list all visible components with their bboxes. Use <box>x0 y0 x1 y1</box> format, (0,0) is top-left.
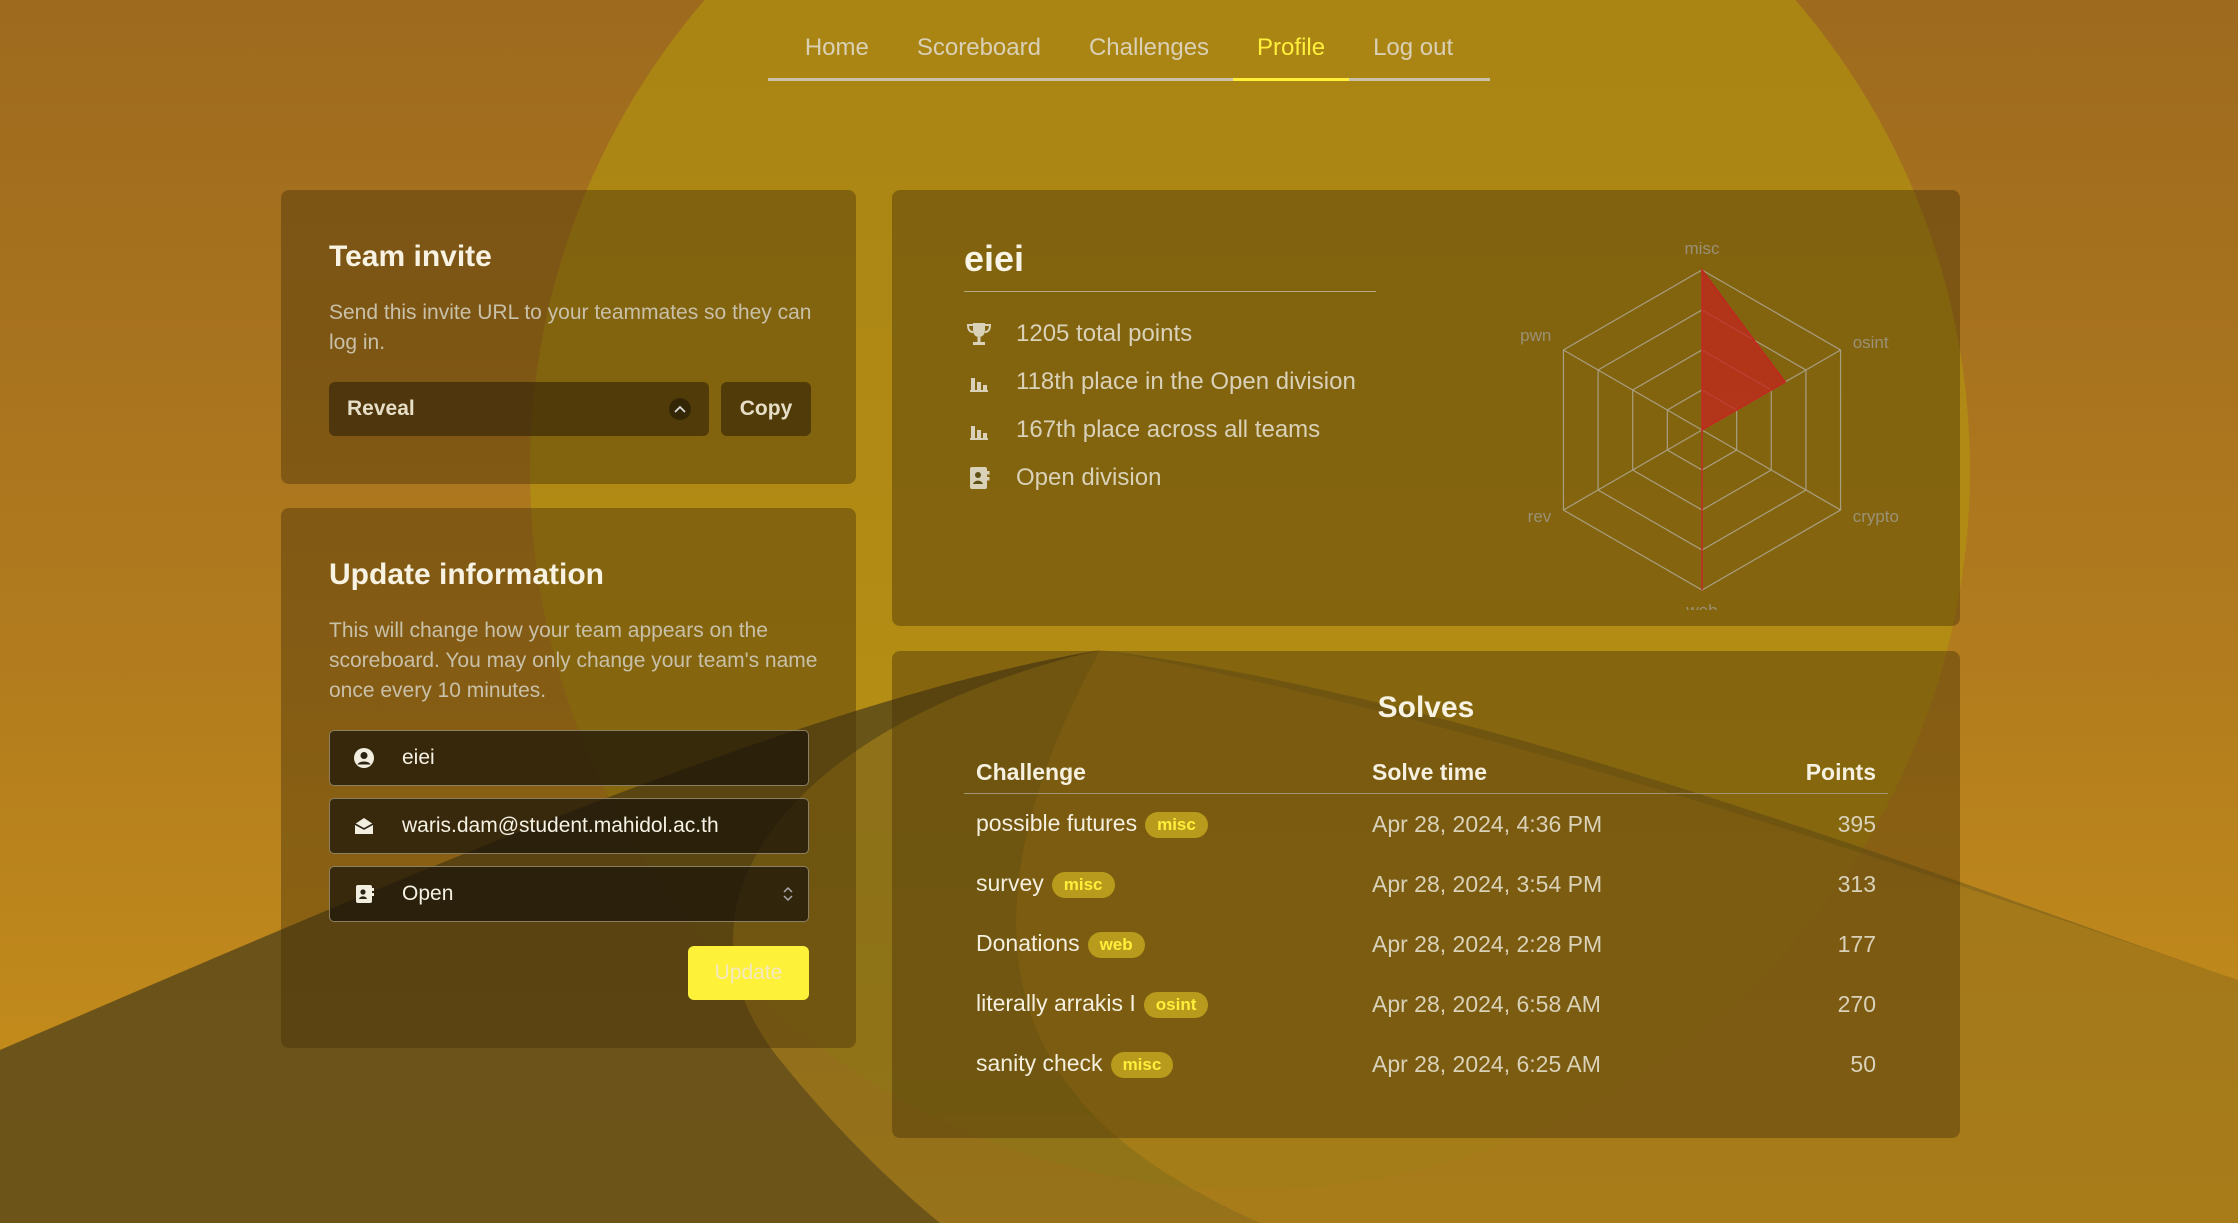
challenge-name: literally arrakis I <box>976 990 1136 1017</box>
reveal-toggle[interactable]: Reveal <box>329 382 709 436</box>
column-solve-time: Solve time <box>1360 751 1746 794</box>
table-row: sanity check misc Apr 28, 2024, 6:25 AM 5… <box>964 1034 1888 1094</box>
email-value: waris.dam@student.mahidol.ac.th <box>402 814 719 837</box>
challenge-name: Donations <box>976 930 1080 957</box>
chevron-up-icon <box>669 398 691 420</box>
category-badge: web <box>1087 931 1145 958</box>
challenge-name: survey <box>976 870 1044 897</box>
trophy-icon <box>964 321 994 347</box>
address-card-icon <box>964 465 994 491</box>
nav-profile[interactable]: Profile <box>1233 28 1350 81</box>
column-challenge: Challenge <box>964 751 1360 794</box>
table-row: literally arrakis I osint Apr 28, 2024, 6… <box>964 974 1888 1034</box>
reveal-label: Reveal <box>347 397 415 420</box>
stat-division-text: Open division <box>1016 464 1162 491</box>
points-cell: 313 <box>1837 870 1876 897</box>
envelope-open-icon <box>352 814 376 838</box>
email-field[interactable]: waris.dam@student.mahidol.ac.th <box>329 798 809 854</box>
nav-scoreboard[interactable]: Scoreboard <box>893 28 1065 78</box>
update-info-description: This will change how your team appears o… <box>329 619 818 702</box>
table-row: survey misc Apr 28, 2024, 3:54 PM 313 <box>964 854 1888 914</box>
update-info-title: Update information <box>329 558 604 591</box>
radar-label-misc: misc <box>1685 239 1720 258</box>
address-card-icon <box>352 882 376 906</box>
points-cell: 50 <box>1850 1050 1876 1077</box>
bar-chart-icon <box>964 371 994 393</box>
category-radar-chart: misc osint crypto web rev pwn <box>1520 239 1899 610</box>
nav-home[interactable]: Home <box>781 28 893 78</box>
challenge-name: possible futures <box>976 810 1138 837</box>
copy-button[interactable]: Copy <box>721 382 811 436</box>
solve-time-cell: Apr 28, 2024, 6:58 AM <box>1372 990 1601 1017</box>
radar-label-rev: rev <box>1528 507 1552 526</box>
stat-division-place: 118th place in the Open division <box>964 368 1356 396</box>
division-select[interactable]: Open <box>329 866 809 922</box>
radar-label-pwn: pwn <box>1520 326 1551 345</box>
stat-total-points-text: 1205 total points <box>1016 320 1193 347</box>
category-badge: osint <box>1143 991 1209 1018</box>
team-name-heading: eiei <box>964 238 1025 279</box>
solves-card: Solves Challenge Solve time Points possi… <box>892 651 1960 1138</box>
team-invite-card: Team invite Send this invite URL to your… <box>281 190 856 484</box>
solves-title: Solves <box>1377 691 1475 724</box>
table-row: possible futures misc Apr 28, 2024, 4:36 … <box>964 794 1888 855</box>
stat-overall-place: 167th place across all teams <box>964 416 1320 444</box>
top-nav: Home Scoreboard Challenges Profile Log o… <box>768 28 1490 81</box>
team-name-value: eiei <box>402 746 435 769</box>
stat-division-place-text: 118th place in the Open division <box>1016 368 1356 395</box>
challenge-cell: sanity check misc <box>964 1034 1360 1094</box>
team-invite-title: Team invite <box>329 240 492 273</box>
solve-time-cell: Apr 28, 2024, 2:28 PM <box>1372 930 1603 957</box>
nav-challenges[interactable]: Challenges <box>1065 28 1233 78</box>
category-badge: misc <box>1110 1051 1174 1078</box>
solves-header-row: Challenge Solve time Points <box>964 751 1888 794</box>
challenge-cell: literally arrakis I osint <box>964 974 1360 1034</box>
stat-overall-place-text: 167th place across all teams <box>1016 416 1321 443</box>
points-cell: 177 <box>1837 930 1876 957</box>
category-badge: misc <box>1051 871 1115 898</box>
bar-chart-icon <box>964 419 994 441</box>
division-value: Open <box>402 882 454 905</box>
stat-total-points: 1205 total points <box>964 320 1192 348</box>
challenge-cell: Donations web <box>964 914 1360 974</box>
challenge-cell: survey misc <box>964 854 1360 914</box>
solve-time-cell: Apr 28, 2024, 6:25 AM <box>1372 1050 1601 1077</box>
column-points: Points <box>1745 751 1888 794</box>
points-cell: 270 <box>1837 990 1876 1017</box>
radar-label-osint: osint <box>1853 333 1889 352</box>
solve-time-cell: Apr 28, 2024, 4:36 PM <box>1372 810 1603 837</box>
team-invite-description: Send this invite URL to your teammates s… <box>329 301 812 354</box>
radar-label-crypto: crypto <box>1853 507 1899 526</box>
team-name-field[interactable]: eiei <box>329 730 809 786</box>
solves-table: Challenge Solve time Points possible fut… <box>964 751 1888 1094</box>
team-name-divider <box>964 291 1376 292</box>
category-badge: misc <box>1145 811 1208 838</box>
user-circle-icon <box>352 746 376 770</box>
update-info-card: Update information This will change how … <box>281 508 856 1048</box>
stat-division: Open division <box>964 464 1161 492</box>
solve-time-cell: Apr 28, 2024, 3:54 PM <box>1372 870 1603 897</box>
select-arrows-icon <box>782 885 794 903</box>
radar-label-web: web <box>1685 601 1717 610</box>
points-cell: 395 <box>1837 810 1876 837</box>
profile-card: eiei 1205 total points 118th place in th… <box>892 190 1960 626</box>
nav-logout[interactable]: Log out <box>1349 28 1477 78</box>
challenge-name: sanity check <box>976 1050 1103 1077</box>
challenge-cell: possible futures misc <box>964 794 1360 855</box>
table-row: Donations web Apr 28, 2024, 2:28 PM 177 <box>964 914 1888 974</box>
update-button[interactable]: Update <box>688 946 809 1000</box>
